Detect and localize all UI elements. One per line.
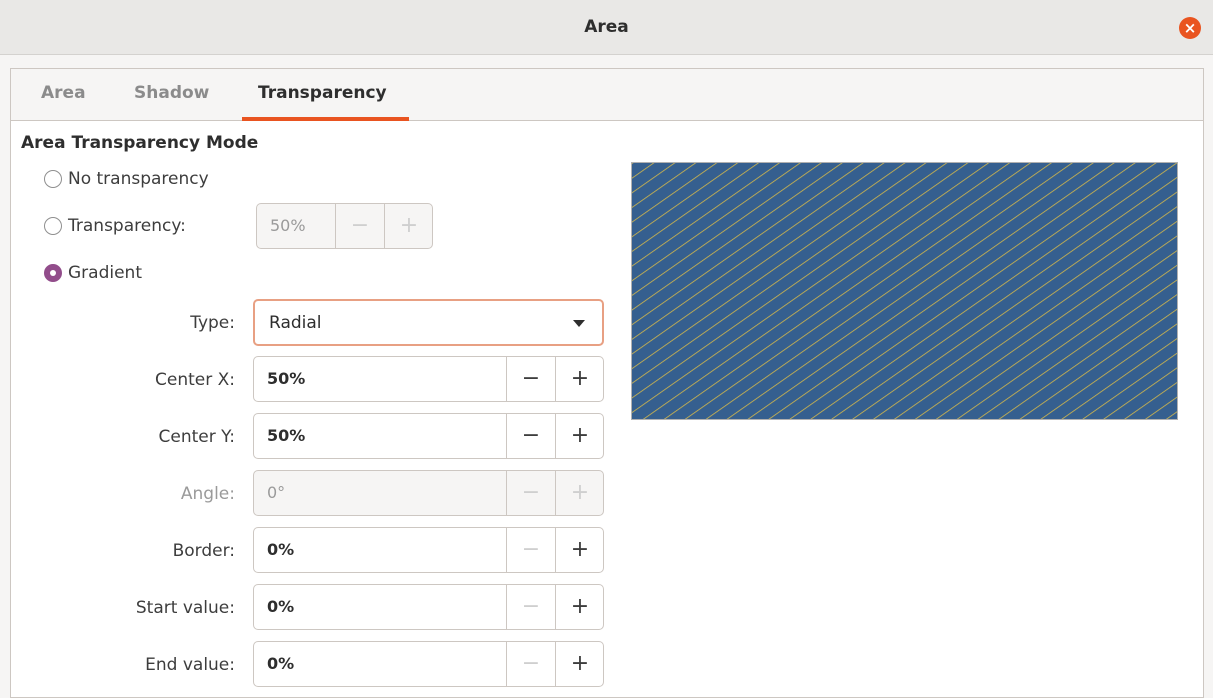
border-label: Border: xyxy=(172,541,235,561)
start-value-spinbox[interactable]: 0% − + xyxy=(253,584,604,630)
close-icon: × xyxy=(1183,19,1197,37)
decrement-button[interactable]: − xyxy=(335,204,384,248)
decrement-button[interactable]: − xyxy=(506,414,555,458)
spin-value: 0% xyxy=(267,654,295,673)
center-y-label: Center Y: xyxy=(158,427,235,447)
preview-pane xyxy=(631,162,1178,420)
radio-gradient[interactable]: Gradient xyxy=(44,263,142,283)
radio-button[interactable] xyxy=(44,170,62,188)
increment-button[interactable]: + xyxy=(555,471,604,515)
angle-label: Angle: xyxy=(180,484,235,504)
start-value-label: Start value: xyxy=(135,598,235,618)
transparency-spinbox[interactable]: 50% − + xyxy=(256,203,433,249)
border-spinbox[interactable]: 0% − + xyxy=(253,527,604,573)
increment-button[interactable]: + xyxy=(555,585,604,629)
tab-shadow[interactable]: Shadow xyxy=(134,83,209,103)
spin-value: 50% xyxy=(270,216,306,235)
increment-button[interactable]: + xyxy=(555,414,604,458)
angle-spinbox[interactable]: 0° − + xyxy=(253,470,604,516)
spin-value: 0° xyxy=(267,483,286,502)
section-title: Area Transparency Mode xyxy=(21,133,259,153)
increment-button[interactable]: + xyxy=(555,357,604,401)
spin-value: 0% xyxy=(267,597,295,616)
tab-transparency[interactable]: Transparency xyxy=(258,83,387,103)
center-x-label: Center X: xyxy=(155,370,235,390)
decrement-button[interactable]: − xyxy=(506,585,555,629)
radio-label: Gradient xyxy=(68,263,142,283)
center-y-spinbox[interactable]: 50% − + xyxy=(253,413,604,459)
active-tab-indicator xyxy=(242,117,409,121)
radio-label: Transparency: xyxy=(68,216,186,236)
tab-area[interactable]: Area xyxy=(41,83,86,103)
end-value-spinbox[interactable]: 0% − + xyxy=(253,641,604,687)
end-value-label: End value: xyxy=(145,655,235,675)
chevron-down-icon xyxy=(573,320,585,327)
type-label: Type: xyxy=(190,313,235,333)
decrement-button[interactable]: − xyxy=(506,528,555,572)
radio-transparency[interactable]: Transparency: xyxy=(44,216,186,236)
type-dropdown[interactable]: Radial xyxy=(253,299,604,346)
window-title: Area xyxy=(584,17,629,37)
title-bar: Area × xyxy=(0,0,1213,55)
radio-button[interactable] xyxy=(44,264,62,282)
tab-bar: Area Shadow Transparency xyxy=(11,69,1203,121)
spin-value: 50% xyxy=(267,426,306,445)
dropdown-value: Radial xyxy=(269,313,322,333)
preview-hatch xyxy=(632,163,1177,419)
spin-value: 0% xyxy=(267,540,295,559)
close-button[interactable]: × xyxy=(1179,17,1201,39)
radio-no-transparency[interactable]: No transparency xyxy=(44,169,209,189)
decrement-button[interactable]: − xyxy=(506,357,555,401)
radio-button[interactable] xyxy=(44,217,62,235)
spin-value: 50% xyxy=(267,369,306,388)
decrement-button[interactable]: − xyxy=(506,642,555,686)
center-x-spinbox[interactable]: 50% − + xyxy=(253,356,604,402)
increment-button[interactable]: + xyxy=(384,204,433,248)
increment-button[interactable]: + xyxy=(555,642,604,686)
radio-label: No transparency xyxy=(68,169,209,189)
decrement-button[interactable]: − xyxy=(506,471,555,515)
increment-button[interactable]: + xyxy=(555,528,604,572)
